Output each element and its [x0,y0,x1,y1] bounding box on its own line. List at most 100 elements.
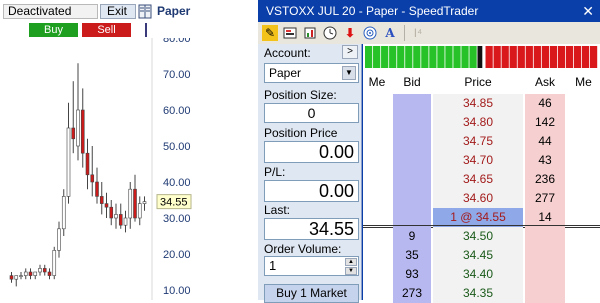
candle-body [71,127,76,140]
me-cell-right[interactable] [567,227,600,246]
chart-icon[interactable] [302,25,318,41]
price-cell[interactable]: 34.40 [433,265,523,284]
price-cell[interactable]: 34.50 [433,227,523,246]
chevron-down-icon[interactable]: ▼ [342,66,356,80]
order-volume-label: Order Volume: [264,242,342,256]
me-cell-right[interactable] [567,113,600,132]
price-cell[interactable]: 34.65 [433,170,523,189]
price-chart[interactable]: 80.00 70.00 60.00 50.00 40.00 30.00 20.00 10.00… [0,38,258,300]
column-header-ask: Ask [534,75,555,89]
ask-cell[interactable]: 277 [525,189,565,208]
candle-body [137,203,142,219]
ladder-row[interactable]: 35 34.45 [363,246,600,265]
candle-body [128,188,133,219]
me-cell[interactable] [363,94,391,113]
ask-cell[interactable]: 46 [525,94,565,113]
me-cell[interactable] [363,246,391,265]
bid-cell[interactable]: 273 [393,284,431,303]
bid-cell[interactable] [393,151,431,170]
ladder-row[interactable]: 34.60 277 [363,189,600,208]
ask-cell[interactable]: 43 [525,151,565,170]
me-cell[interactable] [363,227,391,246]
heat-cell [405,46,413,68]
me-cell-right[interactable] [567,284,600,303]
pl-label: P/L: [264,165,286,179]
candle-body [52,250,57,276]
clock-icon[interactable] [322,25,338,41]
me-cell-right[interactable] [567,189,600,208]
me-cell-right[interactable] [567,265,600,284]
price-cell[interactable]: 34.70 [433,151,523,170]
ask-cell[interactable] [525,284,565,303]
font-icon[interactable]: A [382,25,398,41]
price-cell[interactable]: 34.60 [433,189,523,208]
me-cell-right[interactable] [567,151,600,170]
stepper-down-icon[interactable]: ▼ [345,267,357,275]
exit-button[interactable]: Exit [100,4,136,19]
buy-button[interactable]: Buy [29,23,78,37]
heat-cell [381,46,389,68]
me-cell[interactable] [363,132,391,151]
ask-cell[interactable] [525,246,565,265]
sell-button[interactable]: Sell [82,23,131,37]
stepper-up-icon[interactable]: ▲ [345,258,357,266]
ask-cell[interactable] [525,227,565,246]
column-header-bid: Bid [403,75,421,89]
me-cell-right[interactable] [567,132,600,151]
collapse-button[interactable]: > [342,45,358,59]
bid-cell[interactable] [393,132,431,151]
buy-market-button[interactable]: Buy 1 Market [264,284,359,303]
order-volume-stepper[interactable]: 1 ▲ ▼ [264,256,359,276]
account-select[interactable]: Paper ▼ [264,63,359,83]
candle-body [133,188,137,219]
me-cell[interactable] [363,284,391,303]
me-cell-right[interactable] [567,94,600,113]
me-cell[interactable] [363,189,391,208]
ask-cell[interactable] [525,265,565,284]
status-field[interactable]: Deactivated [3,4,98,19]
price-cell[interactable]: 34.35 [433,284,523,303]
bid-cell[interactable]: 9 [393,227,431,246]
ladder-row[interactable]: 34.70 43 [363,151,600,170]
ladder-row[interactable]: 34.75 44 [363,132,600,151]
ask-cell[interactable]: 142 [525,113,565,132]
ladder-row[interactable]: 273 34.35 [363,284,600,303]
account-label: Paper [157,4,191,18]
me-cell[interactable] [363,170,391,189]
bid-cell[interactable] [393,113,431,132]
ladder-row[interactable]: 93 34.40 [363,265,600,284]
heat-cell [549,46,558,68]
bid-cell[interactable]: 35 [393,246,431,265]
arrow-down-icon[interactable]: ⬇ [342,25,358,41]
pencil-icon[interactable]: ✎ [262,25,278,41]
ladder-row[interactable]: 34.65 236 [363,170,600,189]
me-cell-right[interactable] [567,170,600,189]
window-title: VSTOXX JUL 20 - Paper - SpeedTrader [266,4,479,18]
me-cell-right[interactable] [567,246,600,265]
candle-body [47,271,52,276]
column-header-price: Price [464,75,492,89]
ladder-row[interactable]: 34.80 142 [363,113,600,132]
toolbar: ✎ ⬇ A I⁴ [258,22,600,44]
ask-cell[interactable]: 44 [525,132,565,151]
bid-cell[interactable] [393,189,431,208]
ask-cell[interactable]: 236 [525,170,565,189]
price-cell[interactable]: 34.85 [433,94,523,113]
me-cell[interactable] [363,265,391,284]
panel-icon[interactable] [282,25,298,41]
candle-body [123,217,128,226]
price-cell[interactable]: 34.80 [433,113,523,132]
bid-cell[interactable] [393,170,431,189]
bid-cell[interactable] [393,94,431,113]
ladder-row[interactable]: 9 34.50 [363,227,600,246]
book-icon[interactable] [138,4,152,19]
price-cell[interactable]: 34.75 [433,132,523,151]
ladder-row[interactable]: 34.85 46 [363,94,600,113]
me-cell[interactable] [363,113,391,132]
close-icon[interactable]: ✕ [582,3,594,20]
me-cell[interactable] [363,151,391,170]
title-bar[interactable]: VSTOXX JUL 20 - Paper - SpeedTrader ✕ [258,0,600,22]
price-cell[interactable]: 34.45 [433,246,523,265]
target-icon[interactable] [362,25,378,41]
bid-cell[interactable]: 93 [393,265,431,284]
